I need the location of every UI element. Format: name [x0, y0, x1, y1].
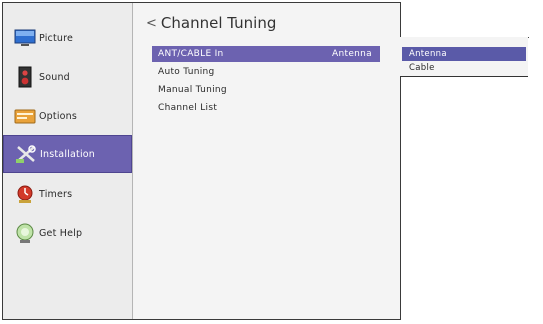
sidebar-item-label: Picture — [39, 32, 74, 44]
back-chevron-icon[interactable]: < — [146, 16, 157, 31]
sidebar-item-label: Sound — [39, 71, 70, 83]
menu-row-ant-cable-in[interactable]: ANT/CABLE In Antenna — [152, 46, 380, 62]
main-panel: < Channel Tuning ANT/CABLE In Antenna Au… — [134, 3, 400, 319]
popup-option-label: Antenna — [409, 49, 447, 59]
sound-icon — [18, 66, 32, 88]
menu-row-label: ANT/CABLE In — [158, 49, 224, 59]
menu-row-label: Channel List — [158, 103, 218, 113]
page-title-text: Channel Tuning — [160, 14, 277, 32]
sidebar-item-sound[interactable]: Sound — [3, 58, 132, 96]
popup-option-cable[interactable]: Cable — [402, 61, 526, 75]
sidebar-item-label: Installation — [40, 148, 96, 160]
menu-row-label: Manual Tuning — [158, 85, 227, 95]
sidebar-item-label: Timers — [39, 188, 73, 200]
installation-icon — [16, 145, 36, 163]
menu-row-auto-tuning[interactable]: Auto Tuning — [152, 64, 380, 80]
sidebar-item-label: Options — [39, 110, 78, 122]
menu-row-label: Auto Tuning — [158, 67, 215, 77]
page-title: < Channel Tuning — [146, 14, 276, 32]
sidebar-item-get-help[interactable]: Get Help — [3, 214, 132, 252]
popup-option-label: Cable — [409, 63, 435, 73]
sidebar-item-label: Get Help — [39, 227, 83, 239]
sidebar: Picture Sound Options Installation Timer… — [3, 3, 133, 319]
timers-icon — [17, 185, 33, 203]
ant-cable-options-popup: Antenna Cable — [400, 37, 528, 77]
menu-row-value: Antenna — [332, 49, 372, 59]
sidebar-item-options[interactable]: Options — [3, 97, 132, 135]
options-icon — [14, 109, 36, 124]
popup-option-antenna[interactable]: Antenna — [402, 47, 526, 61]
sidebar-item-timers[interactable]: Timers — [3, 175, 132, 213]
sidebar-item-picture[interactable]: Picture — [3, 19, 132, 57]
sidebar-item-installation[interactable]: Installation — [3, 135, 132, 173]
help-icon — [16, 223, 34, 243]
menu-row-channel-list[interactable]: Channel List — [152, 100, 380, 116]
picture-icon — [14, 29, 36, 46]
menu-row-manual-tuning[interactable]: Manual Tuning — [152, 82, 380, 98]
